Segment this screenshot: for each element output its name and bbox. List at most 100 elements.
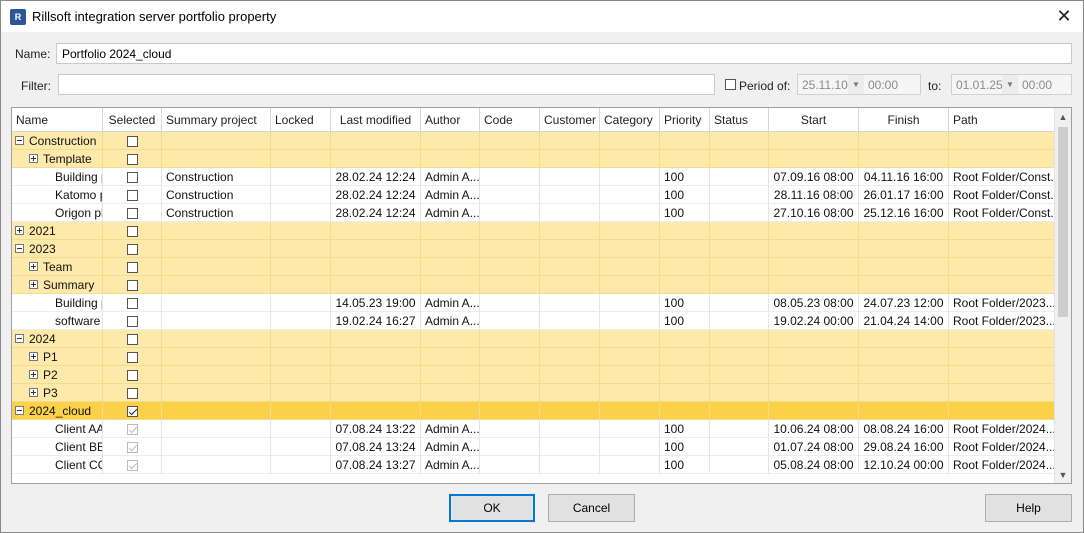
row-selected-checkbox[interactable]	[126, 280, 138, 292]
row-customer-cell	[540, 150, 600, 168]
collapse-icon[interactable]	[15, 244, 24, 254]
collapse-icon[interactable]	[15, 334, 24, 344]
row-priority-cell: 100	[660, 186, 710, 204]
row-name-cell: Client BB	[12, 438, 103, 456]
collapse-icon[interactable]	[15, 406, 24, 416]
row-priority-cell	[660, 402, 710, 420]
row-status-cell	[710, 384, 769, 402]
row-selected-checkbox[interactable]	[126, 370, 138, 382]
group-row[interactable]: Summary	[12, 276, 1055, 294]
row-selected-checkbox[interactable]	[126, 244, 138, 256]
help-button[interactable]: Help	[985, 494, 1072, 522]
row-selected-checkbox[interactable]	[126, 172, 138, 184]
column-header-locked[interactable]: Locked	[271, 108, 331, 132]
group-row[interactable]: 2024	[12, 330, 1055, 348]
table-row[interactable]: Origon pl Construction 28.02.24 12:24 Admin…	[12, 204, 1055, 222]
expand-icon[interactable]	[15, 226, 24, 236]
group-row[interactable]: P3	[12, 384, 1055, 402]
table-row[interactable]: Building p Construction 28.02.24 12:24 Admi…	[12, 168, 1055, 186]
row-path-cell: Root Folder/2024...	[949, 438, 1055, 456]
row-modified-cell	[331, 240, 421, 258]
expand-icon[interactable]	[29, 262, 38, 272]
row-name-cell: Template	[12, 150, 103, 168]
group-row[interactable]: Team	[12, 258, 1055, 276]
row-selected-cell	[103, 132, 162, 150]
expand-icon[interactable]	[29, 388, 38, 398]
row-finish-cell	[859, 258, 949, 276]
column-header-category[interactable]: Category	[600, 108, 660, 132]
row-locked-cell	[271, 438, 331, 456]
column-header-author[interactable]: Author	[421, 108, 480, 132]
ok-button[interactable]: OK	[449, 494, 535, 522]
row-selected-checkbox[interactable]	[126, 352, 138, 364]
column-header-path[interactable]: Path	[949, 108, 1055, 132]
table-row[interactable]: Client CC 07.08.24 13:27 Admin A... 100 05.0…	[12, 456, 1055, 474]
row-selected-checkbox	[126, 424, 138, 436]
filter-input[interactable]	[58, 74, 715, 95]
scroll-down-icon[interactable]: ▼	[1055, 466, 1071, 483]
group-row[interactable]: P2	[12, 366, 1055, 384]
column-header-name[interactable]: Name	[12, 108, 103, 132]
row-path-cell	[949, 240, 1055, 258]
expand-icon[interactable]	[29, 280, 38, 290]
collapse-icon[interactable]	[15, 136, 24, 146]
column-header-finish[interactable]: Finish	[859, 108, 949, 132]
row-author-cell	[421, 222, 480, 240]
expand-icon[interactable]	[29, 352, 38, 362]
group-row[interactable]: 2023	[12, 240, 1055, 258]
group-row[interactable]: P1	[12, 348, 1055, 366]
column-header-modified[interactable]: Last modified	[331, 108, 421, 132]
row-selected-cell	[103, 186, 162, 204]
table-row[interactable]: software 19.02.24 16:27 Admin A... 100 19.02…	[12, 312, 1055, 330]
row-selected-checkbox[interactable]	[126, 298, 138, 310]
to-date-dropdown-icon[interactable]: ▼	[1002, 75, 1018, 94]
row-name: Building p	[55, 296, 103, 310]
table-row[interactable]: Katomo p Construction 28.02.24 12:24 Admin …	[12, 186, 1055, 204]
row-selected-checkbox[interactable]	[126, 334, 138, 346]
column-header-summary[interactable]: Summary project	[162, 108, 271, 132]
column-header-status[interactable]: Status	[710, 108, 769, 132]
row-selected-checkbox[interactable]	[126, 406, 138, 418]
from-date-dropdown-icon[interactable]: ▼	[848, 75, 864, 94]
from-date-picker[interactable]: 25.11.10 ▼ 00:00	[797, 74, 921, 95]
row-selected-checkbox[interactable]	[126, 136, 138, 148]
table-row[interactable]: Client AA 07.08.24 13:22 Admin A... 100 10.0…	[12, 420, 1055, 438]
period-checkbox[interactable]	[725, 79, 736, 90]
group-row[interactable]: Construction	[12, 132, 1055, 150]
column-header-code[interactable]: Code	[480, 108, 540, 132]
row-code-cell	[480, 240, 540, 258]
row-selected-checkbox[interactable]	[126, 388, 138, 400]
expand-icon[interactable]	[29, 154, 38, 164]
column-header-priority[interactable]: Priority	[660, 108, 710, 132]
expand-icon[interactable]	[29, 370, 38, 380]
column-header-selected[interactable]: Selected	[103, 108, 162, 132]
scroll-thumb[interactable]	[1058, 127, 1068, 317]
row-finish-cell	[859, 132, 949, 150]
row-locked-cell	[271, 240, 331, 258]
cancel-button[interactable]: Cancel	[548, 494, 635, 522]
row-selected-checkbox[interactable]	[126, 262, 138, 274]
row-selected-checkbox[interactable]	[126, 316, 138, 328]
row-selected-cell	[103, 438, 162, 456]
row-selected-checkbox[interactable]	[126, 154, 138, 166]
row-selected-checkbox[interactable]	[126, 190, 138, 202]
row-selected-checkbox[interactable]	[126, 208, 138, 220]
group-row[interactable]: Template	[12, 150, 1055, 168]
scroll-up-icon[interactable]: ▲	[1055, 108, 1071, 125]
group-row[interactable]: 2024_cloud	[12, 402, 1055, 420]
to-date-picker[interactable]: 01.01.25 ▼ 00:00	[951, 74, 1072, 95]
close-icon[interactable]: ✕	[1049, 3, 1079, 29]
row-customer-cell	[540, 366, 600, 384]
group-row[interactable]: 2021	[12, 222, 1055, 240]
row-name: Client BB	[55, 440, 103, 454]
column-header-start[interactable]: Start	[769, 108, 859, 132]
row-selected-checkbox[interactable]	[126, 226, 138, 238]
row-category-cell	[600, 204, 660, 222]
row-author-cell	[421, 132, 480, 150]
vertical-scrollbar[interactable]: ▲ ▼	[1054, 108, 1071, 483]
row-finish-cell	[859, 222, 949, 240]
table-row[interactable]: Client BB 07.08.24 13:24 Admin A... 100 01.0…	[12, 438, 1055, 456]
table-row[interactable]: Building p 14.05.23 19:00 Admin A... 100 08.…	[12, 294, 1055, 312]
column-header-customer[interactable]: Customer	[540, 108, 600, 132]
name-input[interactable]: Portfolio 2024_cloud	[56, 43, 1072, 64]
